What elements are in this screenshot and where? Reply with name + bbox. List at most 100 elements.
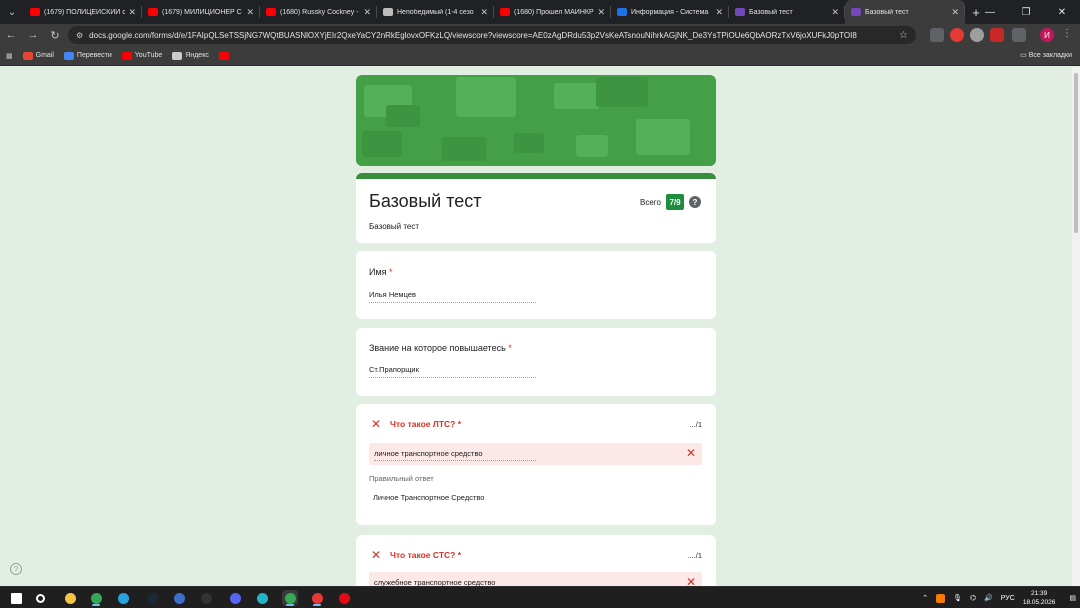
- reload-icon[interactable]: ↻: [44, 29, 66, 42]
- tab-close-icon[interactable]: ✕: [597, 7, 605, 18]
- back-icon[interactable]: ←: [0, 29, 22, 41]
- tray-expand-icon[interactable]: ⌃: [922, 594, 928, 602]
- address-bar[interactable]: ⚙ docs.google.com/forms/d/e/1FAIpQLSeTSS…: [68, 26, 916, 44]
- question-card-lts: ✕ Что такое ЛТС? * .../1 личное транспор…: [356, 404, 716, 525]
- tab-close-icon[interactable]: ✕: [831, 7, 839, 18]
- bookmark-0[interactable]: Gmail: [22, 51, 54, 60]
- tab-favicon-icon: [30, 8, 40, 16]
- tab-title: (1680) Russky Cockney -: [280, 8, 359, 16]
- tab-favicon-icon: [500, 8, 510, 16]
- tab-1[interactable]: (1679) МИЛИЦИОНЕР С ✕: [142, 0, 260, 24]
- extensions-puzzle-icon[interactable]: [1012, 28, 1026, 42]
- extension-grey-icon[interactable]: [970, 28, 984, 42]
- tab-0[interactable]: (1679) ПОЛИЦЕЙСКИЙ с ✕: [24, 0, 142, 24]
- close-window-icon[interactable]: ✕: [1044, 0, 1080, 24]
- language-indicator[interactable]: РУС: [1001, 595, 1015, 602]
- tray-app-icon[interactable]: [936, 593, 946, 603]
- chrome-icon[interactable]: [88, 590, 104, 606]
- tab-3[interactable]: Непобедимый (1-4 сезо ✕: [377, 0, 494, 24]
- bookmarks-bar: ▦ Gmail Перевести YouTube Яндекс ▭ Все закл…: [0, 46, 1080, 66]
- vpn-icon[interactable]: [254, 590, 270, 606]
- tab-title: Базовый тест: [749, 8, 793, 16]
- all-bookmarks-label: Все закладки: [1028, 52, 1072, 59]
- bookmark-favicon-icon: [63, 51, 74, 60]
- tab-title: Непобедимый (1-4 сезо: [397, 8, 474, 16]
- tab-favicon-icon: [617, 8, 627, 16]
- maximize-icon[interactable]: ❐: [1008, 0, 1044, 24]
- tab-4[interactable]: (1680) Прошел МАЙНКР ✕: [494, 0, 611, 24]
- bookmark-star-icon[interactable]: ☆: [899, 30, 908, 41]
- bookmark-2[interactable]: YouTube: [121, 51, 163, 60]
- question-text: Имя: [369, 267, 387, 277]
- extension-red-icon[interactable]: [950, 28, 964, 42]
- tab-close-icon[interactable]: ✕: [128, 7, 136, 18]
- tab-close-icon[interactable]: ✕: [363, 7, 371, 18]
- question-text: Звание на которое повышаетесь: [369, 343, 506, 353]
- help-question-icon[interactable]: ?: [10, 563, 22, 575]
- tab-6[interactable]: Базовый тест ✕: [729, 0, 845, 24]
- profile-avatar[interactable]: И: [1040, 28, 1054, 42]
- wrong-answer-icon: ✕: [685, 575, 696, 586]
- file-explorer-icon[interactable]: [62, 590, 78, 606]
- help-icon[interactable]: ?: [689, 196, 701, 208]
- bookmark-1[interactable]: Перевести: [63, 51, 112, 60]
- system-tray: ⌃ 🎙 ⌬ 🔊 РУС 21:39 18.05.2026 ▤: [918, 587, 1080, 608]
- required-mark: *: [389, 267, 393, 277]
- netflix-icon[interactable]: [336, 590, 352, 606]
- clock-date: 18.05.2026: [1022, 599, 1056, 606]
- bookmark-3[interactable]: Яндекс: [172, 51, 209, 60]
- media-player-icon[interactable]: [309, 590, 325, 606]
- score-label: Всего: [640, 198, 661, 207]
- tab-5[interactable]: Информация - Система ✕: [611, 0, 729, 24]
- obs-icon[interactable]: [198, 590, 214, 606]
- menu-kebab-icon[interactable]: ⋮: [1060, 28, 1074, 42]
- steam-icon[interactable]: [144, 590, 160, 606]
- minimize-icon[interactable]: —: [972, 0, 1008, 24]
- question-label: Что такое ЛТС? *: [390, 419, 462, 429]
- bookmark-favicon-icon: [22, 51, 33, 60]
- tab-2[interactable]: (1680) Russky Cockney - ✕: [260, 0, 377, 24]
- bookmark-4[interactable]: [218, 51, 232, 60]
- tab-7[interactable]: Базовый тест ✕: [845, 0, 965, 24]
- notifications-icon[interactable]: ▤: [1069, 594, 1076, 602]
- discord-icon[interactable]: [227, 590, 243, 606]
- extension-icon[interactable]: [930, 28, 944, 42]
- microphone-icon[interactable]: 🎙: [953, 594, 962, 602]
- tab-favicon-icon: [735, 8, 745, 16]
- search-icon[interactable]: [32, 590, 48, 606]
- app-blue-icon[interactable]: [171, 590, 187, 606]
- clock[interactable]: 21:39 18.05.2026: [1023, 589, 1056, 607]
- tab-favicon-icon: [383, 8, 393, 16]
- score-badge: 7/9: [666, 194, 684, 210]
- telegram-icon[interactable]: [115, 590, 131, 606]
- answer-text: Ст.Прапорщик: [369, 365, 536, 378]
- tab-title: (1679) МИЛИЦИОНЕР С: [162, 8, 242, 16]
- correct-answer-label: Правильный ответ: [369, 474, 434, 483]
- tab-search-icon[interactable]: ⌄: [0, 0, 24, 24]
- forward-icon[interactable]: →: [22, 29, 44, 41]
- tab-close-icon[interactable]: ✕: [715, 7, 723, 18]
- start-icon[interactable]: [8, 590, 24, 606]
- form-page: Базовый тест Базовый тест Всего 7/9 ? Им…: [0, 67, 1080, 586]
- scrollbar-thumb[interactable]: [1074, 73, 1078, 233]
- answer-text: личное транспортное средство: [374, 449, 536, 461]
- tab-strip: ⌄ (1679) ПОЛИЦЕЙСКИЙ с ✕ (1679) МИЛИЦИОНЕР…: [0, 0, 1080, 24]
- tab-close-icon[interactable]: ✕: [951, 7, 959, 18]
- chrome-active-icon[interactable]: [282, 590, 298, 606]
- tab-close-icon[interactable]: ✕: [480, 7, 488, 18]
- form-title: Базовый тест: [369, 191, 482, 211]
- extension-media-icon[interactable]: [990, 28, 1004, 42]
- all-bookmarks[interactable]: ▭ Все закладки: [1020, 51, 1072, 59]
- form-title-card: Базовый тест Базовый тест Всего 7/9 ?: [356, 173, 716, 243]
- incorrect-icon: ✕: [371, 417, 382, 431]
- site-info-icon[interactable]: ⚙: [76, 31, 83, 40]
- bookmark-label: YouTube: [134, 52, 163, 59]
- page-scrollbar[interactable]: [1072, 67, 1080, 586]
- points: ..../1: [687, 551, 702, 560]
- volume-icon[interactable]: 🔊: [984, 594, 993, 602]
- tab-close-icon[interactable]: ✕: [246, 7, 254, 18]
- network-icon[interactable]: ⌬: [970, 594, 976, 602]
- tab-title: Базовый тест: [865, 8, 909, 16]
- windows-taskbar: ⌃ 🎙 ⌬ 🔊 РУС 21:39 18.05.2026 ▤: [0, 586, 1080, 608]
- apps-grid-icon[interactable]: ▦: [6, 52, 13, 60]
